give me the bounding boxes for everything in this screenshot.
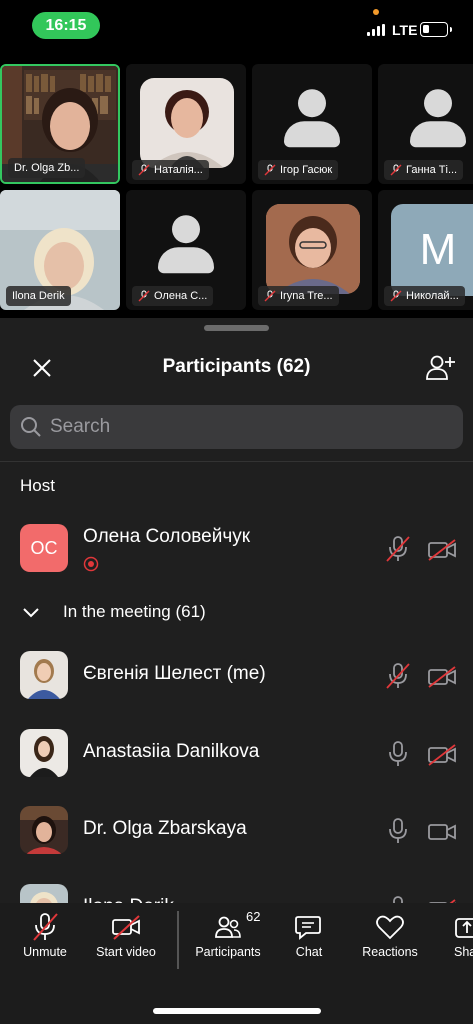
tile-name-tag: Олена С... <box>132 286 214 306</box>
mic-icon[interactable] <box>385 740 411 768</box>
mic-muted-icon <box>138 164 150 176</box>
divider <box>0 461 473 462</box>
home-indicator[interactable] <box>153 1008 321 1014</box>
video-off-icon[interactable] <box>427 538 457 562</box>
default-avatar-icon <box>410 89 466 149</box>
video-off-icon[interactable] <box>427 665 457 689</box>
mic-icon[interactable] <box>385 817 411 845</box>
participant-row[interactable]: Євгенія Шелест (me) <box>0 645 473 707</box>
mic-muted-icon <box>138 290 150 302</box>
mic-muted-icon[interactable] <box>385 535 411 563</box>
avatar <box>20 729 68 777</box>
panel-header: Participants (62) <box>0 348 473 388</box>
mic-muted-icon[interactable] <box>385 662 411 690</box>
video-off-icon <box>112 915 140 940</box>
reactions-label: Reactions <box>362 945 418 959</box>
mic-muted-icon <box>390 164 402 176</box>
signal-icon <box>367 24 387 36</box>
avatar <box>20 651 68 699</box>
avatar: OC <box>20 524 68 572</box>
participant-photo <box>266 204 360 294</box>
tile-name-tag: Iryna Tre... <box>258 286 339 306</box>
mic-muted-icon <box>33 913 58 941</box>
share-icon <box>455 918 473 938</box>
chat-label: Chat <box>295 945 323 959</box>
video-icon[interactable] <box>427 820 457 844</box>
search-icon <box>21 417 41 437</box>
tile-name-tag: Николай... <box>384 286 465 306</box>
mic-muted-icon <box>264 290 276 302</box>
video-tile[interactable]: Наталія... <box>126 64 246 184</box>
status-bar: 16:15 LTE <box>0 0 473 56</box>
video-tile[interactable]: Ігор Гасюк <box>252 64 372 184</box>
video-tile[interactable]: Dr. Olga Zb... <box>0 64 120 184</box>
participants-label: Participants <box>195 945 261 959</box>
recording-icon <box>83 556 99 572</box>
video-tile[interactable]: M Николай... <box>378 190 473 310</box>
group-label: In the meeting (61) <box>63 602 206 621</box>
chevron-down-icon <box>23 608 39 618</box>
participant-name: Євгенія Шелест (me) <box>83 663 266 684</box>
participant-name: Олена Соловейчук <box>83 526 251 547</box>
participant-row-host[interactable]: OC Олена Соловейчук <box>0 518 473 580</box>
battery-icon <box>420 22 452 37</box>
video-grid: Dr. Olga Zb... Наталія... Ігор Гасюк Ган… <box>0 62 473 312</box>
unmute-label: Unmute <box>23 945 67 959</box>
video-tile[interactable]: Iryna Tre... <box>252 190 372 310</box>
chat-icon <box>295 916 321 940</box>
add-participant-icon[interactable] <box>425 353 455 381</box>
participant-name: Dr. Olga Zbarskaya <box>83 818 247 839</box>
search-input[interactable]: Search <box>10 405 463 449</box>
privacy-indicator-dot <box>373 9 379 15</box>
mic-muted-icon <box>390 290 402 302</box>
start-video-label: Start video <box>96 945 156 959</box>
participants-icon <box>215 916 241 938</box>
toolbar-separator <box>177 911 179 969</box>
avatar <box>20 806 68 854</box>
section-heading-host: Host <box>20 476 55 495</box>
search-placeholder: Search <box>50 416 111 437</box>
heart-icon <box>376 915 404 940</box>
participant-row[interactable]: Anastasiia Danilkova <box>0 723 473 785</box>
tile-name-tag: Dr. Olga Zb... <box>8 158 86 178</box>
chat-button[interactable]: Chat <box>285 913 333 959</box>
default-avatar-icon <box>284 89 340 149</box>
tile-name-tag: Ганна Ті... <box>384 160 464 180</box>
group-toggle-in-meeting[interactable]: In the meeting (61) <box>0 598 473 628</box>
default-avatar-icon <box>158 215 214 275</box>
participant-photo <box>140 78 234 168</box>
participant-name: Anastasiia Danilkova <box>83 741 260 762</box>
tile-name-tag: Наталія... <box>132 160 209 180</box>
panel-title: Participants (62) <box>162 356 311 377</box>
video-tile[interactable]: Ilona Derik <box>0 190 120 310</box>
share-button[interactable]: Share <box>448 913 473 959</box>
video-tile[interactable]: Олена С... <box>126 190 246 310</box>
video-off-icon[interactable] <box>427 743 457 767</box>
tile-name-tag: Ilona Derik <box>6 286 71 306</box>
clock-pill[interactable]: 16:15 <box>32 12 100 39</box>
reactions-button[interactable]: Reactions <box>356 913 424 959</box>
share-label: Share <box>454 945 473 959</box>
drag-handle[interactable] <box>204 325 269 331</box>
meeting-toolbar: Unmute Start video Participants 62 Chat … <box>0 903 473 1024</box>
participants-count-badge: 62 <box>246 909 261 924</box>
tile-name-tag: Ігор Гасюк <box>258 160 339 180</box>
network-type: LTE <box>392 22 418 38</box>
participant-row[interactable]: Dr. Olga Zbarskaya <box>0 800 473 862</box>
mic-muted-icon <box>264 164 276 176</box>
start-video-button[interactable]: Start video <box>90 913 162 959</box>
video-tile[interactable]: Ганна Ті... <box>378 64 473 184</box>
letter-avatar: M <box>391 204 473 296</box>
unmute-button[interactable]: Unmute <box>14 913 76 959</box>
